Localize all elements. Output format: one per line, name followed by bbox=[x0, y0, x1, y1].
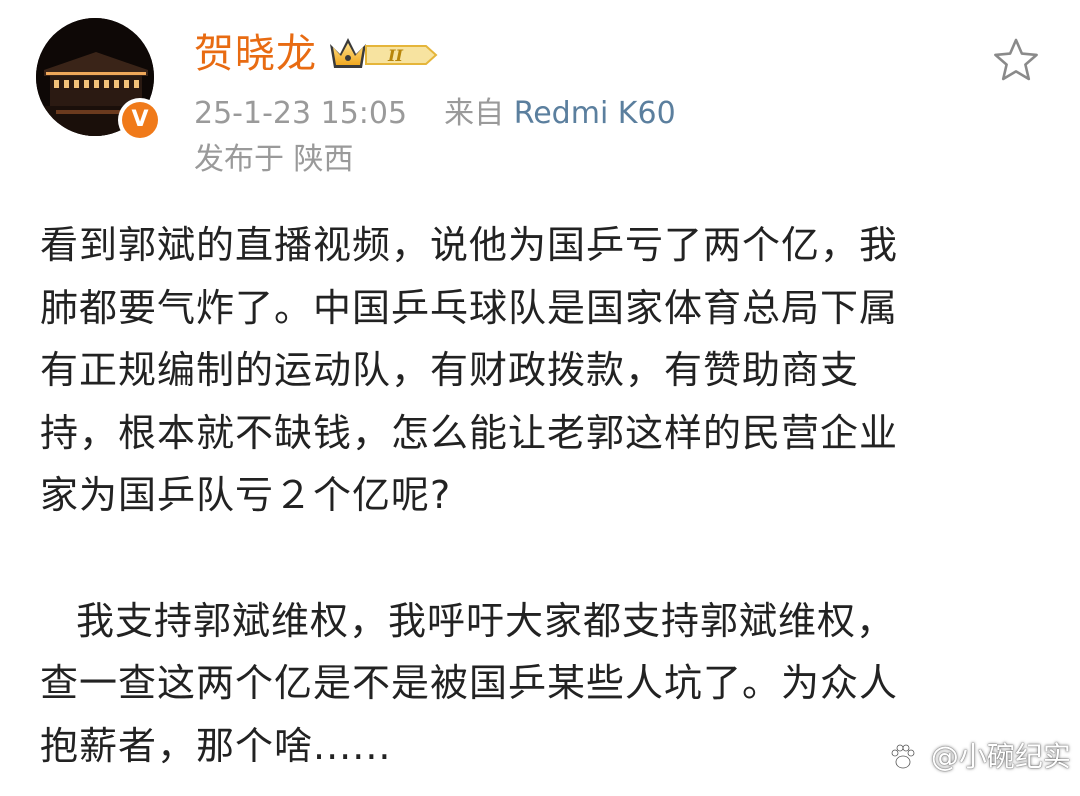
author-name[interactable]: 贺晓龙 bbox=[194, 26, 317, 82]
star-outline-icon bbox=[994, 38, 1038, 81]
post-body-line: 有正规编制的运动队，有财政拨款，有赞助商支 bbox=[40, 348, 860, 393]
vip-level-text: II bbox=[387, 46, 403, 65]
verified-v-icon: V bbox=[118, 98, 162, 142]
post-body-line: 我支持郭斌维权，我呼吁大家都支持郭斌维权， bbox=[76, 598, 896, 643]
source-device-link[interactable]: Redmi K60 bbox=[514, 96, 676, 131]
post-body: 看到郭斌的直播视频，说他为国乒亏了两个亿，我 肺都要气炸了。中国乒乓球队是国家体… bbox=[40, 214, 1040, 777]
paw-watermark-icon bbox=[891, 744, 915, 769]
post-body-line: 看到郭斌的直播视频，说他为国乒亏了两个亿，我 bbox=[40, 223, 899, 267]
post-location: 发布于 陕西 bbox=[194, 142, 354, 177]
post-body-line: 查一查这两个亿是不是被国乒某些人坑了。为众人 bbox=[40, 661, 899, 706]
post-body-line: 肺都要气炸了。中国乒乓球队是国家体育总局下属 bbox=[40, 285, 899, 330]
watermark-text: @小碗纪实 bbox=[930, 740, 1071, 773]
post-body-line: 家为国乒队亏２个亿呢? bbox=[40, 473, 452, 518]
post-body-line: 持，根本就不缺钱，怎么能让老郭这样的民营企业 bbox=[40, 410, 899, 455]
favorite-star-button[interactable] bbox=[990, 34, 1042, 86]
post-meta: 25-1-23 15:05 来自 Redmi K60 bbox=[194, 92, 676, 136]
weibo-post-screenshot: V 贺晓龙 II 25-1-23 15:05 来自 Redmi K60 发布于 … bbox=[0, 0, 1080, 796]
source-prefix: 来自 bbox=[444, 96, 505, 131]
crown-vip-badge-icon: II bbox=[326, 32, 438, 78]
post-timestamp: 25-1-23 15:05 bbox=[194, 96, 408, 131]
watermark: @小碗纪实 bbox=[888, 738, 1071, 774]
